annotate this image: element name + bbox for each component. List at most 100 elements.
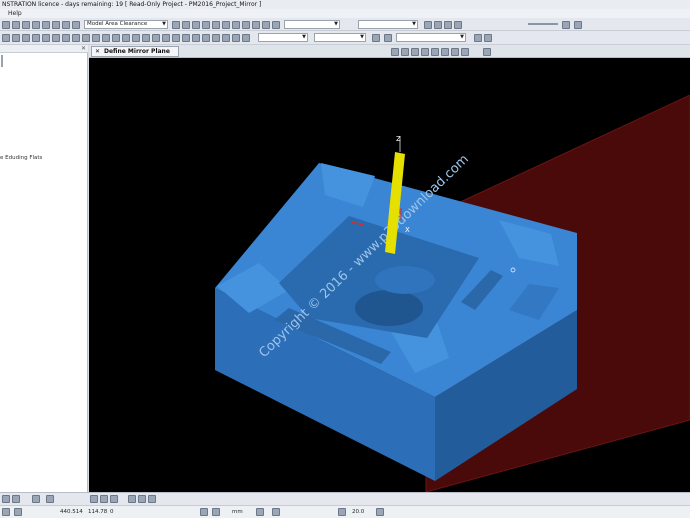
stock-icon[interactable] xyxy=(242,21,250,29)
transparency-icon[interactable] xyxy=(152,34,160,42)
view-iso-icon[interactable] xyxy=(82,34,90,42)
mirror-z-icon[interactable] xyxy=(411,48,419,56)
model-icon[interactable] xyxy=(202,34,210,42)
apply-icon[interactable] xyxy=(372,34,380,42)
undo-icon[interactable] xyxy=(32,21,40,29)
pattern-icon[interactable] xyxy=(202,21,210,29)
view-right-icon[interactable] xyxy=(102,34,110,42)
view-back-icon[interactable] xyxy=(112,34,120,42)
cut-icon[interactable] xyxy=(52,21,60,29)
view-combo[interactable]: ▼ xyxy=(258,33,308,42)
view-icon[interactable] xyxy=(454,21,462,29)
view-left-icon[interactable] xyxy=(92,34,100,42)
block-icon[interactable] xyxy=(192,34,200,42)
model-scene[interactable]: Copyright © 2016 - www.p30download.com Z… xyxy=(89,58,690,492)
graphics-viewport[interactable]: ✕ Define Mirror Plane Copyright © 2016 -… xyxy=(89,45,690,492)
flip-icon[interactable] xyxy=(431,48,439,56)
copy-icon[interactable] xyxy=(62,21,70,29)
edges-icon[interactable] xyxy=(142,34,150,42)
box-select-icon[interactable] xyxy=(100,495,108,503)
tool-combo[interactable]: ▼ xyxy=(284,20,340,29)
calculate-icon[interactable] xyxy=(172,21,180,29)
snap-icon[interactable] xyxy=(2,495,10,503)
tolerance-value: 20.0 xyxy=(352,509,365,515)
measure-icon[interactable] xyxy=(162,34,170,42)
pick-icon[interactable] xyxy=(90,495,98,503)
redo-icon[interactable] xyxy=(42,21,50,29)
align-icon[interactable] xyxy=(451,48,459,56)
point-icon[interactable] xyxy=(232,34,240,42)
settings-icon[interactable] xyxy=(574,21,582,29)
origin-icon[interactable] xyxy=(212,508,220,516)
info-icon[interactable] xyxy=(32,495,40,503)
shading-icon[interactable] xyxy=(424,21,432,29)
cursor-icon[interactable] xyxy=(2,508,10,516)
zoom-icon[interactable] xyxy=(32,34,40,42)
speed-slider[interactable] xyxy=(528,23,558,25)
view-bottom-icon[interactable] xyxy=(122,34,130,42)
layer-icon[interactable] xyxy=(182,34,190,42)
workplane-combo[interactable]: ▼ xyxy=(396,33,466,42)
tree-item-eduding-flats[interactable]: e Eduding Flats xyxy=(0,155,42,161)
simulation-icon[interactable] xyxy=(444,21,452,29)
feeds-icon[interactable] xyxy=(272,21,280,29)
grid-icon[interactable] xyxy=(14,508,22,516)
workplane-edit-icon[interactable] xyxy=(484,34,492,42)
view-front-icon[interactable] xyxy=(72,34,80,42)
filter-icon[interactable] xyxy=(384,34,392,42)
curve-edit-icon[interactable] xyxy=(138,495,146,503)
toolpath-combo[interactable]: ▼ xyxy=(358,20,418,29)
tool-icon[interactable] xyxy=(252,21,260,29)
menu-help[interactable]: Help xyxy=(8,10,22,17)
edit-icon[interactable] xyxy=(110,495,118,503)
zoom-fit-icon[interactable] xyxy=(52,34,60,42)
tolerance-icon[interactable] xyxy=(272,508,280,516)
delete-icon[interactable] xyxy=(148,495,156,503)
tab-define-mirror-plane[interactable]: ✕ Define Mirror Plane xyxy=(91,46,179,57)
new-icon[interactable] xyxy=(2,21,10,29)
open-icon[interactable] xyxy=(12,21,20,29)
mirror-y-icon[interactable] xyxy=(401,48,409,56)
units-toggle-icon[interactable] xyxy=(256,508,264,516)
workplane-icon[interactable] xyxy=(200,508,208,516)
origin-icon[interactable] xyxy=(441,48,449,56)
rapid-icon[interactable] xyxy=(262,21,270,29)
lock-icon[interactable] xyxy=(562,21,570,29)
window-title: NSTRATION licence - days remaining: 19 [… xyxy=(0,0,690,9)
level-icon[interactable] xyxy=(222,21,230,29)
view-top-icon[interactable] xyxy=(62,34,70,42)
feature-icon[interactable] xyxy=(212,21,220,29)
surface-icon[interactable] xyxy=(212,34,220,42)
layer-combo[interactable]: ▼ xyxy=(314,33,366,42)
search-icon[interactable] xyxy=(46,495,54,503)
rotate-icon[interactable] xyxy=(12,34,20,42)
zoom-box-icon[interactable] xyxy=(42,34,50,42)
options-icon[interactable] xyxy=(461,48,469,56)
accept-icon[interactable] xyxy=(483,48,491,56)
toolpath-icon[interactable] xyxy=(182,21,190,29)
tree-connector xyxy=(1,55,3,67)
section-icon[interactable] xyxy=(172,34,180,42)
strategy-combo[interactable]: Model Area Clearance ▼ xyxy=(84,20,168,29)
close-icon[interactable]: ✕ xyxy=(81,45,86,53)
angle-icon[interactable] xyxy=(376,508,384,516)
shaded-icon[interactable] xyxy=(132,34,140,42)
filter-icon[interactable] xyxy=(12,495,20,503)
workplane-icon[interactable] xyxy=(232,21,240,29)
workplane-active-icon[interactable] xyxy=(474,34,482,42)
plane-icon[interactable] xyxy=(421,48,429,56)
close-icon[interactable]: ✕ xyxy=(95,47,100,57)
axis-label-x: X xyxy=(405,226,410,234)
grid-icon[interactable] xyxy=(242,34,250,42)
coord-y: 114.78 xyxy=(88,509,108,515)
boundary-icon[interactable] xyxy=(192,21,200,29)
paste-icon[interactable] xyxy=(72,21,80,29)
select-icon[interactable] xyxy=(2,34,10,42)
pencil-icon[interactable] xyxy=(128,495,136,503)
pan-icon[interactable] xyxy=(22,34,30,42)
wireframe-icon[interactable] xyxy=(434,21,442,29)
tolerance-icon-2[interactable] xyxy=(338,508,346,516)
save-icon[interactable] xyxy=(22,21,30,29)
mirror-x-icon[interactable] xyxy=(391,48,399,56)
curve-icon[interactable] xyxy=(222,34,230,42)
